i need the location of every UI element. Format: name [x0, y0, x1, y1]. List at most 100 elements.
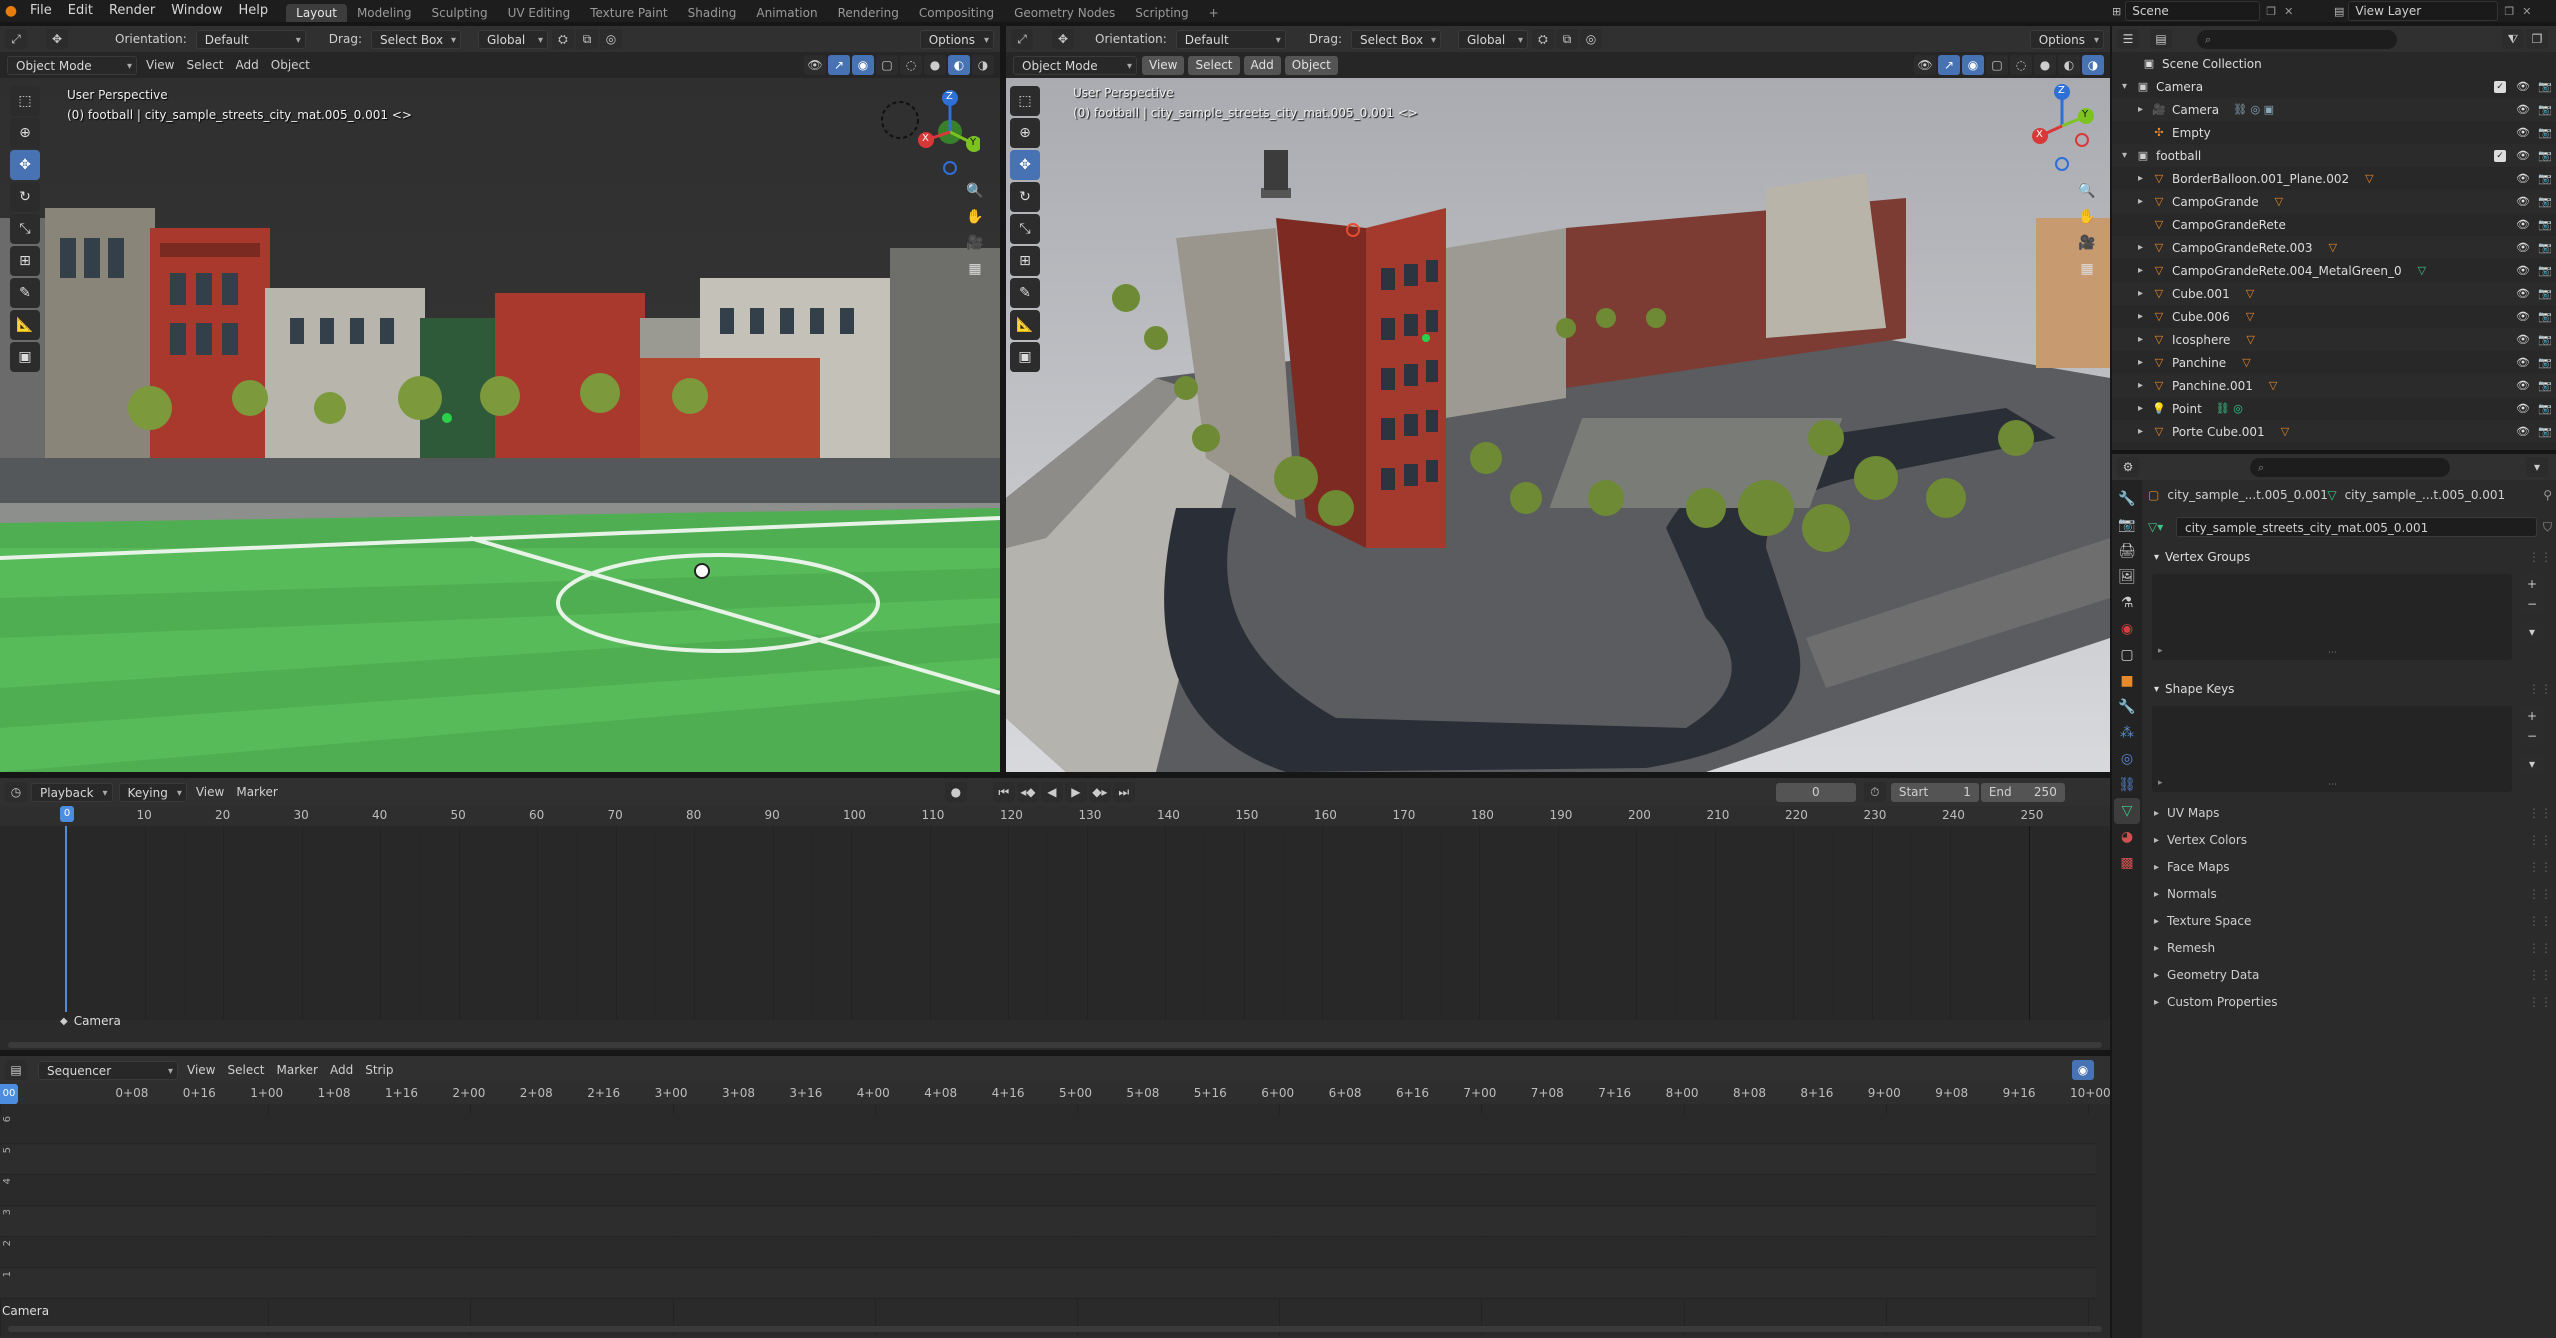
xray-icon[interactable]: ▢ [876, 55, 898, 75]
render-visibility-icon[interactable]: 📷 [2538, 149, 2556, 162]
view-layer-tab-icon[interactable]: 🖼 [2114, 564, 2140, 590]
solid-shading-icon[interactable]: ● [2034, 55, 2056, 75]
eye-visibility-icon[interactable]: 👁 [2516, 80, 2538, 93]
menu-view[interactable]: View [181, 1063, 221, 1077]
add-vertex-group-icon[interactable]: + [2521, 574, 2543, 594]
pin-icon[interactable]: ⚲ [2543, 488, 2552, 502]
snap-icon[interactable]: ⧉ [1555, 29, 1578, 49]
expand-arrow-icon[interactable]: ▸ [2138, 403, 2152, 414]
expand-arrow-icon[interactable]: ▸ [2138, 311, 2152, 322]
outliner-row[interactable]: ▸ 🎥 Camera ⛓ ◎ ▣ 👁 📷 [2112, 98, 2556, 121]
editor-type-icon[interactable]: ⤢ [1011, 29, 1033, 49]
navigation-gizmo[interactable]: Z Y X [2016, 78, 2106, 178]
scene-tab-icon[interactable]: ⚗ [2114, 590, 2140, 616]
tab-animation[interactable]: Animation [746, 4, 827, 22]
render-visibility-icon[interactable]: 📷 [2538, 425, 2556, 438]
outliner-scene-collection[interactable]: ▣ Scene Collection [2112, 52, 2556, 75]
editor-type-icon[interactable]: ☰ [2117, 29, 2139, 49]
expand-arrow-icon[interactable]: ▸ [2138, 288, 2152, 299]
rotate-tool-icon[interactable]: ↻ [10, 182, 40, 212]
eye-visibility-icon[interactable]: 👁 [2516, 425, 2538, 438]
tab-modeling[interactable]: Modeling [347, 4, 422, 22]
outliner-row[interactable]: ▾ ▣ Camera ✓ 👁 📷 [2112, 75, 2556, 98]
render-visibility-icon[interactable]: 📷 [2538, 379, 2556, 392]
options-dropdown[interactable]: Options [919, 29, 994, 50]
expand-arrow-icon[interactable]: ▸ [2138, 196, 2152, 207]
exclude-checkbox[interactable]: ✓ [2494, 80, 2506, 93]
remove-vertex-group-icon[interactable]: − [2521, 594, 2543, 614]
cursor-tool-icon[interactable]: ⊕ [1010, 118, 1040, 148]
outliner-row[interactable]: ▸ ▽ Panchine ▽ 👁 📷 [2112, 351, 2556, 374]
menu-select[interactable]: Select [180, 58, 229, 72]
outliner-row[interactable]: ▸ ▽ CampoGrandeRete.003 ▽ 👁 📷 [2112, 236, 2556, 259]
drag-handle-icon[interactable]: ⋮⋮ [2528, 806, 2552, 820]
editor-type-icon[interactable]: ▤ [5, 1060, 27, 1080]
jump-start-icon[interactable]: ⏮ [992, 782, 1015, 802]
outliner-row[interactable]: ▸ ▽ Panchine.001 ▽ 👁 📷 [2112, 374, 2556, 397]
render-visibility-icon[interactable]: 📷 [2538, 126, 2556, 139]
expand-arrow-icon[interactable]: ▾ [2122, 81, 2136, 92]
add-cube-tool-icon[interactable]: ▣ [1010, 342, 1040, 372]
visibility-icon[interactable]: 👁 [804, 55, 826, 75]
tab-scripting[interactable]: Scripting [1125, 4, 1198, 22]
wireframe-shading-icon[interactable]: ◌ [900, 55, 922, 75]
expand-arrow-icon[interactable]: ▾ [2122, 150, 2136, 161]
eye-visibility-icon[interactable]: 👁 [2516, 126, 2538, 139]
viewport-right-scene[interactable]: User Perspective (0) football | city_sam… [1006, 78, 2110, 772]
outliner-row[interactable]: ▸ ▽ Cube.001 ▽ 👁 📷 [2112, 282, 2556, 305]
options-dropdown[interactable]: Options [2029, 29, 2104, 50]
tab-uv-editing[interactable]: UV Editing [498, 4, 581, 22]
expand-arrow-icon[interactable]: ▸ [2138, 242, 2152, 253]
expand-arrow-icon[interactable]: ▸ [2138, 173, 2152, 184]
measure-tool-icon[interactable]: 📐 [10, 310, 40, 340]
pan-hand-icon[interactable]: ✋ [2074, 204, 2100, 230]
shape-key-menu-icon[interactable]: ▾ [2521, 754, 2543, 774]
cursor-tool-icon[interactable]: ⊕ [10, 118, 40, 148]
jump-end-icon[interactable]: ⏭ [1112, 782, 1135, 802]
camera-view-icon[interactable]: 🎥 [962, 230, 988, 256]
visibility-icon[interactable]: 👁 [1914, 55, 1936, 75]
vertex-group-menu-icon[interactable]: ▾ [2521, 622, 2543, 642]
constraints-tab-icon[interactable]: ⛓ [2114, 772, 2140, 798]
timeline-body[interactable] [0, 826, 2110, 1020]
sequencer-channel[interactable]: 1 [0, 1269, 2096, 1299]
add-workspace-button[interactable]: + [1199, 4, 1229, 22]
eye-visibility-icon[interactable]: 👁 [2516, 402, 2538, 415]
next-keyframe-icon[interactable]: ◆▸ [1088, 782, 1111, 802]
tool-tab-icon[interactable]: 🔧 [2114, 486, 2140, 512]
drag-handle-icon[interactable]: ⋮⋮ [2528, 941, 2552, 955]
fake-user-shield-icon[interactable]: ⛉ [2543, 520, 2552, 535]
remove-shape-key-icon[interactable]: − [2521, 726, 2543, 746]
add-cube-tool-icon[interactable]: ▣ [10, 342, 40, 372]
material-shading-icon[interactable]: ◐ [948, 55, 970, 75]
expand-arrow-icon[interactable]: ▸ [2138, 380, 2152, 391]
playhead[interactable] [58, 826, 74, 1012]
camera-view-icon[interactable]: 🎥 [2074, 230, 2100, 256]
subpanel-custom-properties[interactable]: ▸ Custom Properties ⋮⋮ [2144, 989, 2556, 1016]
render-visibility-icon[interactable]: 📷 [2538, 310, 2556, 323]
outliner-row[interactable]: ▾ ▣ football ✓ 👁 📷 [2112, 144, 2556, 167]
close-icon[interactable]: ✕ [2284, 5, 2293, 18]
stopwatch-icon[interactable]: ⏱ [1863, 782, 1886, 802]
exclude-checkbox[interactable]: ✓ [2494, 149, 2506, 162]
menu-add[interactable]: Add [230, 58, 265, 72]
sequencer-ruler[interactable]: 0+08 0+16 1+00 1+08 1+16 2+00 2+08 2+16 3+00 3+08… [0, 1084, 2111, 1104]
orientation-dropdown[interactable]: Default [195, 29, 306, 50]
drag-dropdown[interactable]: Select Box [1350, 29, 1441, 50]
render-visibility-icon[interactable]: 📷 [2538, 402, 2556, 415]
navigation-gizmo[interactable]: Z Y X [870, 82, 982, 182]
transform-tool-icon[interactable]: ✥ [1052, 29, 1074, 49]
menu-object[interactable]: Object [265, 58, 316, 72]
outliner-search-input[interactable]: ⌕ [2197, 29, 2397, 49]
move-tool-icon[interactable]: ✥ [10, 150, 40, 180]
solid-shading-icon[interactable]: ● [924, 55, 946, 75]
menu-add[interactable]: Add [1243, 55, 1281, 75]
playhead-frame-label[interactable]: 0 [60, 806, 74, 822]
mesh-browse-icon[interactable]: ▽▾ [2148, 520, 2176, 534]
drag-handle-icon[interactable]: ⋮⋮ [2528, 682, 2552, 696]
menu-window[interactable]: Window [163, 0, 230, 22]
shape-key-list[interactable]: ▸ ⋯ [2152, 706, 2512, 792]
pivot-icon[interactable]: ⛭ [551, 29, 574, 49]
sequencer-channel[interactable]: 6 [0, 1114, 2096, 1144]
particles-tab-icon[interactable]: ⁂ [2114, 720, 2140, 746]
